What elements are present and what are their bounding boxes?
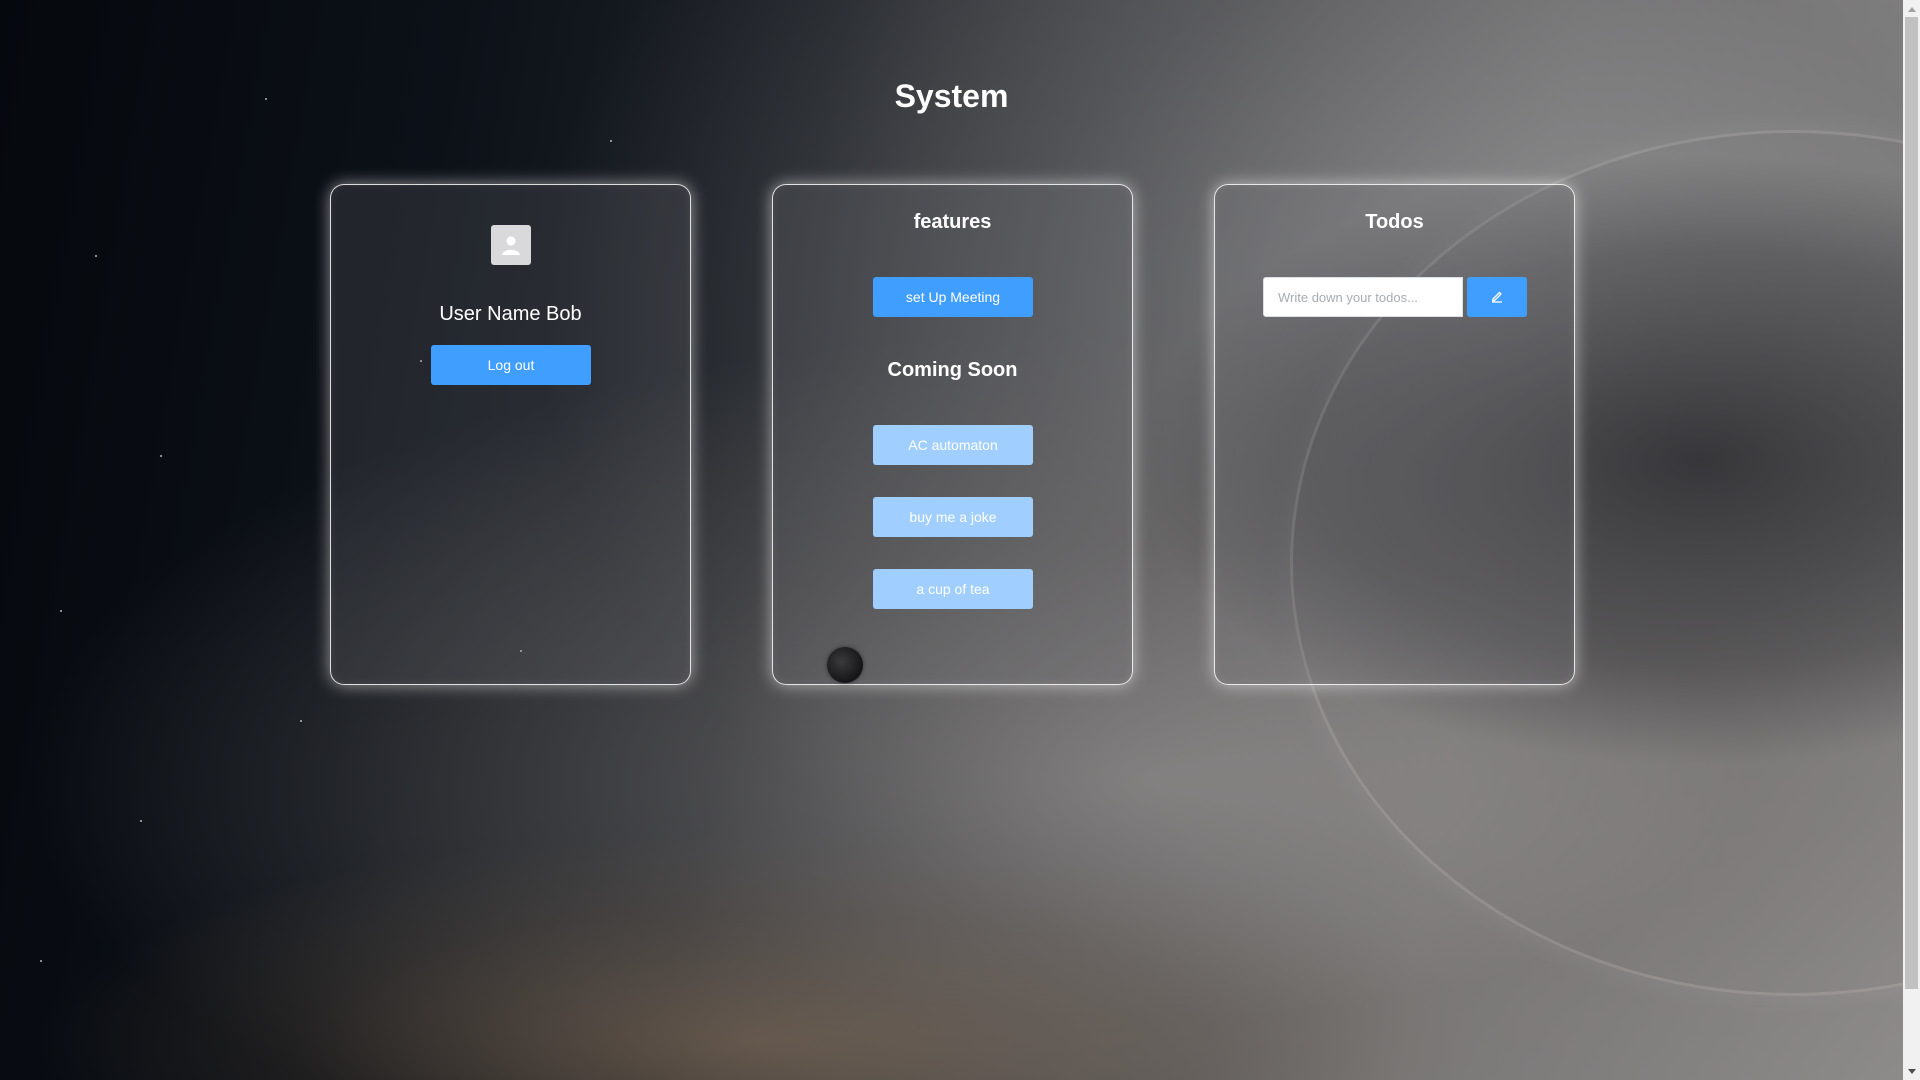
todos-card: Todos xyxy=(1214,184,1575,685)
features-card: features set Up Meeting Coming Soon AC a… xyxy=(772,184,1133,685)
set-up-meeting-button[interactable]: set Up Meeting xyxy=(873,277,1033,317)
decorative-dot xyxy=(827,647,863,683)
coming-soon-heading: Coming Soon xyxy=(887,359,1018,381)
pencil-icon xyxy=(1490,289,1504,306)
cup-of-tea-button[interactable]: a cup of tea xyxy=(873,569,1033,609)
scroll-down-icon[interactable] xyxy=(1903,1063,1920,1080)
features-heading: features xyxy=(913,211,992,233)
add-todo-button[interactable] xyxy=(1467,277,1527,317)
buy-me-a-joke-button[interactable]: buy me a joke xyxy=(873,497,1033,537)
scroll-up-icon[interactable] xyxy=(1903,0,1920,17)
user-name: User Name Bob xyxy=(439,303,582,325)
todos-heading: Todos xyxy=(1365,211,1424,233)
vertical-scrollbar[interactable] xyxy=(1903,0,1920,1080)
page-title: System xyxy=(894,78,1009,114)
scrollbar-thumb[interactable] xyxy=(1905,17,1918,989)
page: System User Name Bob Log out features se… xyxy=(0,0,1920,1080)
todo-input[interactable] xyxy=(1263,277,1463,317)
ac-automaton-button[interactable]: AC automaton xyxy=(873,425,1033,465)
user-card: User Name Bob Log out xyxy=(330,184,691,685)
user-avatar-icon xyxy=(491,225,531,265)
logout-button[interactable]: Log out xyxy=(431,345,591,385)
